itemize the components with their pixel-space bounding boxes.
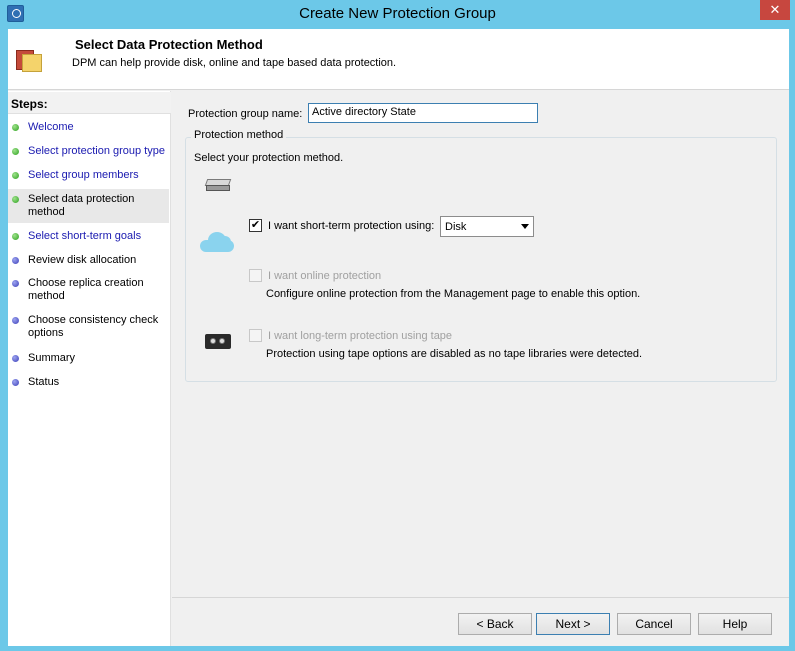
online-protection-label: I want online protection [268, 270, 382, 282]
step-label: Choose replica creation method [28, 277, 144, 302]
tape-icon [205, 334, 231, 349]
step-label: Status [28, 376, 60, 388]
step-complete-icon [12, 172, 19, 179]
step-consistency-check: Choose consistency check options [8, 314, 169, 342]
wizard-footer: < Back Next > Cancel Help [172, 561, 789, 646]
disk-icon [204, 179, 232, 193]
step-pending-icon [12, 280, 19, 287]
folder-icon [16, 46, 42, 72]
step-select-group-type[interactable]: Select protection group type [8, 145, 169, 161]
cloud-icon [200, 231, 236, 253]
step-label: Review disk allocation [28, 254, 137, 266]
protection-method-legend: Protection method [191, 129, 287, 141]
steps-heading-label: Steps: [11, 97, 48, 111]
chevron-down-icon [521, 224, 529, 229]
step-label: Welcome [28, 121, 74, 133]
step-pending-icon [12, 379, 19, 386]
window-title: Create New Protection Group [299, 5, 496, 22]
step-pending-icon [12, 355, 19, 362]
close-button[interactable]: ✕ [760, 0, 790, 20]
title-bar: Create New Protection Group ✕ [0, 0, 795, 29]
wizard-window: Select Data Protection Method DPM can he… [8, 29, 789, 646]
main-content: Protection group name: Active directory … [172, 91, 789, 561]
group-name-label: Protection group name: [188, 108, 303, 120]
footer-divider [172, 597, 789, 598]
steps-sidebar: Steps: Welcome Select protection group t… [8, 91, 171, 646]
tape-protection-label: I want long-term protection using tape [268, 330, 453, 342]
step-label: Select protection group type [28, 145, 165, 157]
online-protection-note: Configure online protection from the Man… [266, 288, 641, 300]
back-button[interactable]: < Back [458, 613, 532, 635]
step-summary: Summary [8, 352, 169, 368]
step-current-icon [12, 196, 19, 203]
page-title: Select Data Protection Method [75, 37, 263, 52]
cancel-button[interactable]: Cancel [617, 613, 691, 635]
step-welcome[interactable]: Welcome [8, 121, 169, 137]
help-button[interactable]: Help [698, 613, 772, 635]
short-term-checkbox[interactable]: ✔ [249, 219, 262, 232]
short-term-media-value: Disk [445, 221, 467, 233]
step-complete-icon [12, 148, 19, 155]
group-name-input[interactable]: Active directory State [308, 103, 538, 123]
step-complete-icon [12, 233, 19, 240]
steps-heading: Steps: [8, 92, 171, 114]
step-label: Summary [28, 352, 76, 364]
protection-method-instruction: Select your protection method. [194, 152, 344, 164]
step-select-protection-method[interactable]: Select data protection method [8, 189, 169, 223]
tape-protection-note: Protection using tape options are disabl… [266, 348, 643, 360]
step-complete-icon [12, 124, 19, 131]
step-label: Select group members [28, 169, 139, 181]
step-label: Select data protection method [28, 193, 135, 218]
wizard-header: Select Data Protection Method DPM can he… [8, 29, 789, 90]
next-button[interactable]: Next > [536, 613, 610, 635]
protection-method-group [185, 137, 777, 382]
short-term-label: I want short-term protection using: [268, 220, 435, 232]
step-status: Status [8, 376, 169, 392]
step-pending-icon [12, 257, 19, 264]
step-select-group-members[interactable]: Select group members [8, 169, 169, 185]
page-description: DPM can help provide disk, online and ta… [72, 57, 397, 69]
step-label: Select short-term goals [28, 230, 142, 242]
short-term-media-select[interactable]: Disk [440, 216, 534, 237]
step-label: Choose consistency check options [28, 314, 159, 339]
online-protection-checkbox [249, 269, 262, 282]
step-pending-icon [12, 317, 19, 324]
tape-protection-checkbox [249, 329, 262, 342]
step-review-disk-allocation: Review disk allocation [8, 254, 169, 270]
step-select-short-term-goals[interactable]: Select short-term goals [8, 230, 169, 246]
step-choose-replica-creation: Choose replica creation method [8, 277, 169, 305]
